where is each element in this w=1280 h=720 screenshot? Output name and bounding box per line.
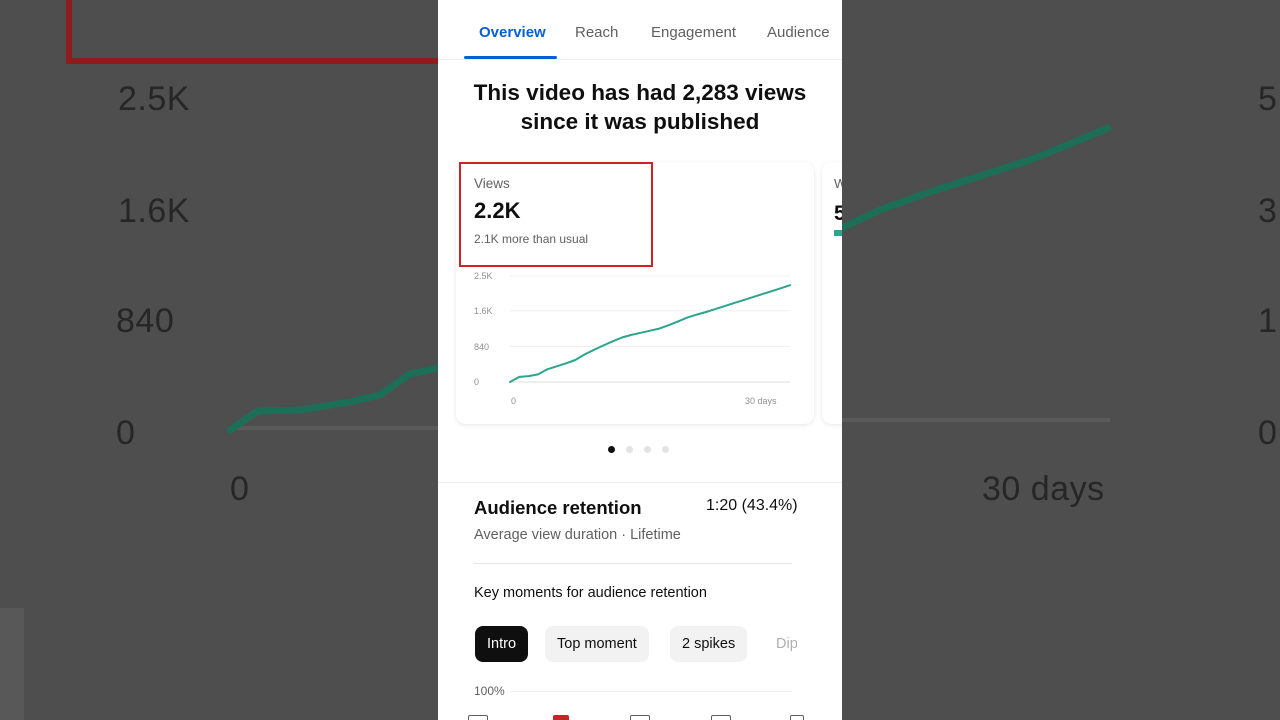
chip-intro[interactable]: Intro	[475, 626, 529, 662]
retention-axis-label: 100%	[474, 684, 505, 698]
more-icon[interactable]	[790, 715, 804, 720]
divider	[474, 563, 792, 564]
y-tick-label: 1.6K	[474, 306, 493, 316]
views-series-line	[509, 284, 791, 383]
retention-value: 1:20 (43.4%)	[706, 497, 798, 514]
active-tab-indicator	[464, 56, 557, 59]
chip-top-moment[interactable]: Top moment	[545, 626, 649, 662]
x-tick-label: 0	[511, 396, 516, 406]
next-metric-value: 5	[834, 202, 842, 225]
chip-spikes[interactable]: 2 spikes	[670, 626, 748, 662]
bg-edge	[0, 608, 24, 720]
home-icon[interactable]	[468, 715, 488, 720]
key-moments-title: Key moments for audience retention	[474, 585, 707, 601]
retention-title: Audience retention	[474, 497, 642, 518]
pagination-dot[interactable]	[626, 446, 633, 453]
analytics-icon[interactable]	[553, 715, 569, 720]
bottom-navigation	[438, 710, 842, 720]
y-tick-label: 840	[474, 342, 489, 352]
pagination-dot[interactable]	[644, 446, 651, 453]
pagination-dot[interactable]	[662, 446, 669, 453]
chip-dip[interactable]: Dip	[764, 626, 810, 662]
retention-gridline	[510, 691, 792, 692]
tab-overview[interactable]: Overview	[479, 24, 546, 41]
analytics-panel: Overview Reach Engagement Audience This …	[438, 0, 842, 720]
tab-engagement[interactable]: Engagement	[651, 24, 736, 41]
tab-audience[interactable]: Audience	[767, 24, 830, 41]
y-tick-label: 0	[474, 377, 479, 387]
next-metric-card[interactable]: W 5	[822, 162, 842, 424]
content-icon[interactable]	[711, 715, 731, 720]
next-metric-label: W	[834, 176, 842, 191]
headline-line-2: since it was published	[520, 109, 760, 134]
tab-reach[interactable]: Reach	[575, 24, 618, 41]
tab-bar: Overview Reach Engagement Audience	[438, 0, 842, 60]
pagination-dot[interactable]	[608, 446, 615, 453]
views-chart: 2.5K 1.6K 840 0 0 30 days	[474, 271, 791, 406]
x-tick-label: 30 days	[745, 396, 777, 406]
red-highlight-box	[459, 162, 653, 267]
headline: This video has had 2,283 views since it …	[438, 78, 842, 136]
section-separator	[438, 482, 842, 483]
comments-icon[interactable]	[630, 715, 650, 720]
headline-line-1: This video has had 2,283 views	[473, 80, 807, 105]
retention-subtitle: Average view duration · Lifetime	[474, 527, 681, 543]
y-tick-label: 2.5K	[474, 271, 493, 281]
next-metric-sub	[834, 230, 842, 236]
